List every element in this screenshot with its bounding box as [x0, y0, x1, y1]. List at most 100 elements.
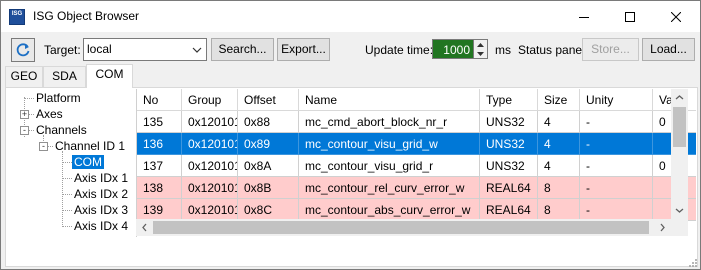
cell-offset: 0x89: [238, 133, 299, 155]
column-header-size[interactable]: Size: [538, 89, 580, 111]
cell-type: UNS32: [480, 133, 538, 155]
cell-no: 136: [137, 133, 182, 155]
export-button[interactable]: Export...: [277, 38, 330, 61]
tree-line: [62, 178, 72, 179]
refresh-icon: [16, 43, 30, 57]
object-grid: No Group Offset Name Type Size Unity Va …: [136, 89, 696, 239]
cell-type: UNS32: [480, 111, 538, 133]
column-header-offset[interactable]: Offset: [238, 89, 299, 111]
cell-size: 4: [538, 111, 580, 133]
close-icon: [671, 11, 681, 22]
update-time-label: Update time:: [365, 43, 434, 57]
collapse-channels-icon[interactable]: -: [20, 126, 29, 135]
update-time-stepper[interactable]: [474, 39, 488, 59]
tree-line: [48, 146, 53, 147]
cell-offset: 0x8A: [238, 155, 299, 177]
cell-no: 137: [137, 155, 182, 177]
cell-group: 0x120101: [182, 155, 238, 177]
scroll-up-icon[interactable]: [671, 89, 688, 106]
refresh-button[interactable]: [11, 38, 35, 62]
cell-offset: 0x8C: [238, 199, 299, 221]
cell-name: mc_contour_visu_grid_w: [299, 133, 480, 155]
cell-group: 0x120101: [182, 111, 238, 133]
cell-unity: -: [580, 111, 653, 133]
tree-node-axis-idx-3[interactable]: Axis IDx 3: [74, 203, 128, 217]
vertical-scroll-thumb[interactable]: [673, 107, 686, 147]
tree-node-com[interactable]: COM: [72, 155, 104, 169]
tab-sda[interactable]: SDA: [43, 66, 86, 87]
cell-no: 135: [137, 111, 182, 133]
target-value: local: [87, 42, 112, 56]
tree-line: [29, 130, 34, 131]
cell-size: 4: [538, 133, 580, 155]
tree-line: [62, 162, 72, 163]
cell-no: 139: [137, 199, 182, 221]
cell-group: 0x120101: [182, 133, 238, 155]
title-bar[interactable]: ISG ISG Object Browser: [1, 1, 700, 32]
tab-geo[interactable]: GEO: [5, 66, 43, 87]
tree-line: [62, 194, 72, 195]
scroll-right-icon[interactable]: [654, 219, 671, 236]
cell-name: mc_contour_rel_curv_error_w: [299, 177, 480, 199]
cell-unity: -: [580, 177, 653, 199]
cell-name: mc_contour_abs_curv_error_w: [299, 199, 480, 221]
cell-offset: 0x8B: [238, 177, 299, 199]
tree-node-axis-idx-1[interactable]: Axis IDx 1: [74, 171, 128, 185]
maximize-button[interactable]: [607, 1, 653, 32]
column-header-type[interactable]: Type: [480, 89, 538, 111]
search-button[interactable]: Search...: [211, 38, 274, 61]
minimize-icon: [579, 16, 589, 18]
maximize-icon: [625, 11, 635, 22]
collapse-channel-id-1-icon[interactable]: -: [39, 142, 48, 151]
scrollbar-corner: [671, 219, 688, 236]
cell-unity: -: [580, 133, 653, 155]
cell-type: UNS32: [480, 155, 538, 177]
cell-type: REAL64: [480, 199, 538, 221]
resize-grip-icon[interactable]: [686, 256, 698, 268]
chevron-down-icon: [191, 43, 203, 57]
object-browser-window: ISG ISG Object Browser Target: local Sea…: [0, 0, 701, 270]
cell-unity: -: [580, 199, 653, 221]
cell-group: 0x120101: [182, 199, 238, 221]
load-button[interactable]: Load...: [642, 38, 695, 61]
tree-node-platform[interactable]: Platform: [36, 91, 81, 105]
column-header-name[interactable]: Name: [299, 89, 480, 111]
column-header-unity[interactable]: Unity: [580, 89, 653, 111]
tree-node-channel-id-1[interactable]: Channel ID 1: [55, 139, 125, 153]
target-label: Target:: [44, 43, 81, 57]
tab-com[interactable]: COM: [86, 64, 133, 88]
horizontal-scroll-thumb[interactable]: [153, 221, 649, 234]
scroll-left-icon[interactable]: [136, 219, 153, 236]
tree-node-axis-idx-4[interactable]: Axis IDx 4: [74, 219, 128, 233]
cell-offset: 0x88: [238, 111, 299, 133]
chevron-down-icon[interactable]: [474, 49, 487, 58]
cell-size: 8: [538, 177, 580, 199]
tree-node-axis-idx-2[interactable]: Axis IDx 2: [74, 187, 128, 201]
update-time-input[interactable]: 1000: [432, 39, 474, 59]
close-button[interactable]: [653, 1, 699, 32]
update-time-unit: ms: [495, 43, 511, 57]
target-select[interactable]: local: [83, 38, 207, 61]
horizontal-scrollbar[interactable]: [136, 219, 671, 236]
isg-app-icon: ISG: [9, 9, 25, 25]
vertical-scrollbar[interactable]: [671, 89, 688, 219]
scroll-down-icon[interactable]: [671, 202, 688, 219]
tree-node-axes[interactable]: Axes: [36, 107, 63, 121]
column-header-no[interactable]: No: [137, 89, 182, 111]
column-header-group[interactable]: Group: [182, 89, 238, 111]
cell-size: 8: [538, 199, 580, 221]
cell-type: REAL64: [480, 177, 538, 199]
store-button[interactable]: Store...: [582, 38, 639, 61]
tree-node-channels[interactable]: Channels: [36, 123, 87, 137]
minimize-button[interactable]: [561, 1, 607, 32]
cell-unity: -: [580, 155, 653, 177]
chevron-up-icon[interactable]: [474, 40, 487, 49]
cell-name: mc_contour_visu_grid_r: [299, 155, 480, 177]
object-tree: + - - Platform Axes Channels Channel ID …: [7, 89, 135, 264]
cell-size: 4: [538, 155, 580, 177]
tree-line: [24, 98, 34, 99]
cell-name: mc_cmd_abort_block_nr_r: [299, 111, 480, 133]
tree-line: [62, 210, 72, 211]
status-pane: [136, 237, 696, 265]
expand-axes-icon[interactable]: +: [20, 110, 29, 119]
